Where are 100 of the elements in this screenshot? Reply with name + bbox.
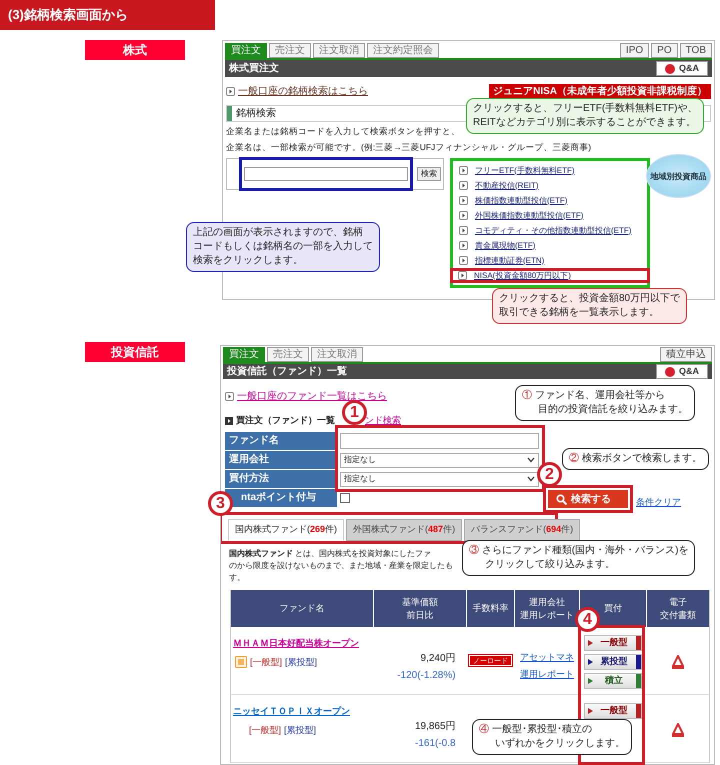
price-text: 9,240円 bbox=[420, 652, 456, 666]
heading-accent bbox=[227, 106, 232, 121]
arrow-icon bbox=[588, 659, 594, 665]
description-text: す。 bbox=[229, 572, 245, 584]
fund-type-link[interactable]: [累投型] bbox=[285, 656, 318, 669]
page-title: 投資信託（ファンド）一覧 bbox=[227, 364, 347, 379]
fund-category-tab[interactable]: 国内株式ファンド(269件) bbox=[228, 519, 344, 541]
category-link[interactable]: 外国株価指数連動型投信(ETF) bbox=[475, 210, 584, 222]
search-button[interactable]: 検索 bbox=[417, 167, 441, 181]
callout: ② 検索ボタンで検索します。 bbox=[562, 448, 709, 470]
junior-nisa-banner[interactable]: ジュニアNISA（未成年者少額投資非課税制度） bbox=[489, 84, 711, 99]
description-text: 国内株式ファンド とは、国内株式を投資対象にしたファ bbox=[229, 548, 432, 560]
bullet-icon bbox=[459, 256, 468, 265]
search-button[interactable]: 検索する bbox=[548, 490, 628, 508]
bullet-icon bbox=[459, 226, 468, 235]
category-link[interactable]: コモディティ・その他指数連動型投信(ETF) bbox=[475, 224, 632, 236]
fund-category-tab[interactable]: バランスファンド(694件) bbox=[464, 519, 580, 541]
qa-button[interactable]: Q&A bbox=[656, 61, 708, 76]
buy-button[interactable]: 積立 bbox=[584, 673, 642, 689]
bullet-icon bbox=[458, 271, 467, 280]
form-label: 買付方法 bbox=[225, 470, 337, 488]
tab[interactable]: 積立申込 bbox=[660, 347, 712, 362]
company-link[interactable]: アセットマネ bbox=[520, 651, 574, 664]
dropdown[interactable]: 指定なし bbox=[340, 452, 539, 468]
help-icon bbox=[665, 64, 675, 74]
checkbox[interactable] bbox=[340, 493, 350, 503]
bullet-icon bbox=[225, 417, 233, 425]
bullet-icon bbox=[459, 241, 468, 250]
tab[interactable]: 注文取消 bbox=[313, 43, 365, 58]
category-link[interactable]: フリーETF(手数料無料ETF) bbox=[475, 164, 575, 176]
price-text: 19,865円 bbox=[414, 720, 456, 734]
fund-type-link[interactable]: [一般型] bbox=[250, 656, 282, 669]
column-header: 手数料率 bbox=[466, 590, 514, 627]
arrow-icon bbox=[588, 678, 594, 684]
category-link[interactable]: 株価指数連動型投信(ETF) bbox=[475, 194, 568, 206]
callout: クリックすると、フリーETF(手数料無料ETF)や、 REITなどカテゴリ別に表示することができます。 bbox=[466, 98, 704, 134]
pdf-icon bbox=[672, 723, 684, 737]
tab[interactable]: 買注文 bbox=[225, 43, 267, 58]
callout: ① ファンド名、運用会社等から 目的の投資信託を絞り込みます。 bbox=[515, 385, 695, 421]
callout: ③ さらにファンド種類(国内・海外・バランス)を クリックして絞り込みます。 bbox=[462, 540, 696, 576]
fund-category-tab[interactable]: 外国株式ファンド(487件) bbox=[346, 519, 462, 541]
tab[interactable]: IPO bbox=[620, 43, 650, 58]
category-link[interactable]: 指標連動証券(ETN) bbox=[475, 254, 544, 266]
chevron-icon bbox=[527, 476, 535, 482]
column-header: 基準価額 前日比 bbox=[374, 590, 466, 627]
callout: 上記の画面が表示されますので、銘柄 コードもしくは銘柄名の一部を入力して 検索をクリックします。 bbox=[186, 222, 380, 272]
column-header: 電子 交付書類 bbox=[647, 590, 709, 627]
bullet-icon bbox=[459, 181, 468, 190]
fund-type-link[interactable]: [累投型] bbox=[284, 724, 316, 737]
search-icon bbox=[556, 494, 567, 504]
buy-button[interactable]: 一般型 bbox=[584, 635, 642, 651]
dropdown-value: 指定なし bbox=[344, 454, 376, 466]
region-products-button[interactable]: 地域別投資商品 bbox=[646, 154, 711, 198]
dropdown[interactable]: 指定なし bbox=[340, 472, 539, 486]
section-label: 投資信託 bbox=[85, 342, 185, 362]
dropdown-value: 指定なし bbox=[344, 473, 376, 485]
description-text: のから限度を設けないものまで、また地域・産業を限定したも bbox=[229, 560, 453, 572]
text-field[interactable] bbox=[340, 433, 539, 449]
buy-button[interactable]: 累投型 bbox=[584, 654, 642, 670]
fund-type-link[interactable]: [一般型] bbox=[249, 724, 282, 737]
tab[interactable]: 注文約定照会 bbox=[367, 43, 439, 58]
bullet-icon bbox=[459, 196, 468, 205]
step-marker: 3 bbox=[208, 491, 233, 516]
tab[interactable]: 売注文 bbox=[269, 43, 311, 58]
change-text: -161(-0.8 bbox=[414, 737, 456, 751]
clear-conditions-link[interactable]: 条件クリア bbox=[636, 496, 681, 509]
tab[interactable]: 買注文 bbox=[223, 347, 265, 362]
form-label: ntaポイント付与 bbox=[225, 489, 337, 507]
column-header: 運用会社 運用レポート bbox=[515, 590, 579, 627]
bullet-icon bbox=[225, 392, 234, 401]
fund-name-link[interactable]: ＭＨＡＭ日本好配当株オープン bbox=[233, 637, 374, 650]
page-title: 株式買注文 bbox=[229, 61, 279, 76]
bullet-icon bbox=[459, 211, 468, 220]
callout: ④ 一般型･累投型･積立の いずれかをクリックします。 bbox=[472, 719, 632, 755]
search-input[interactable] bbox=[244, 167, 408, 181]
tab[interactable]: 注文取消 bbox=[311, 347, 363, 362]
bullet-icon bbox=[459, 166, 468, 175]
chevron-icon bbox=[527, 457, 535, 463]
description-text: 企業名は、一部検索が可能です。(例:三菱→三菱UFJフィナンシャル・グループ、三菱商事) bbox=[225, 141, 592, 154]
change-text: -120(-1.28%) bbox=[397, 669, 456, 683]
help-icon bbox=[665, 366, 675, 376]
tab[interactable]: PO bbox=[651, 43, 678, 58]
section-heading: 買注文（ファンド）一覧 bbox=[236, 414, 335, 428]
description-text: 企業名または銘柄コードを入力して検索ボタンを押すと、 bbox=[225, 125, 461, 138]
category-link[interactable]: 不動産投信(REIT) bbox=[475, 180, 539, 192]
report-link[interactable]: 運用レポート bbox=[520, 668, 574, 681]
pdf-icon bbox=[672, 655, 684, 669]
arrow-icon bbox=[588, 640, 594, 646]
general-account-link[interactable]: 一般口座の銘柄検索はこちら bbox=[238, 84, 368, 99]
tab[interactable]: TOB bbox=[680, 43, 712, 58]
section-label: 株式 bbox=[85, 40, 185, 60]
category-link[interactable]: NISA(投資金額80万円以下) bbox=[474, 270, 571, 282]
tab[interactable]: 売注文 bbox=[267, 347, 309, 362]
section-heading: 銘柄検索 bbox=[236, 106, 276, 121]
qa-button[interactable]: Q&A bbox=[656, 364, 708, 379]
fund-search-link[interactable]: ンド検索 bbox=[365, 414, 401, 428]
category-link[interactable]: 貴金属現物(ETF) bbox=[475, 240, 536, 252]
callout: クリックすると、投資金額80万円以下で 取引できる銘柄を一覧表示します。 bbox=[492, 288, 688, 324]
fund-name-link[interactable]: ニッセイＴＯＰＩＸオープン bbox=[233, 705, 374, 718]
buy-button[interactable]: 一般型 bbox=[584, 703, 642, 719]
